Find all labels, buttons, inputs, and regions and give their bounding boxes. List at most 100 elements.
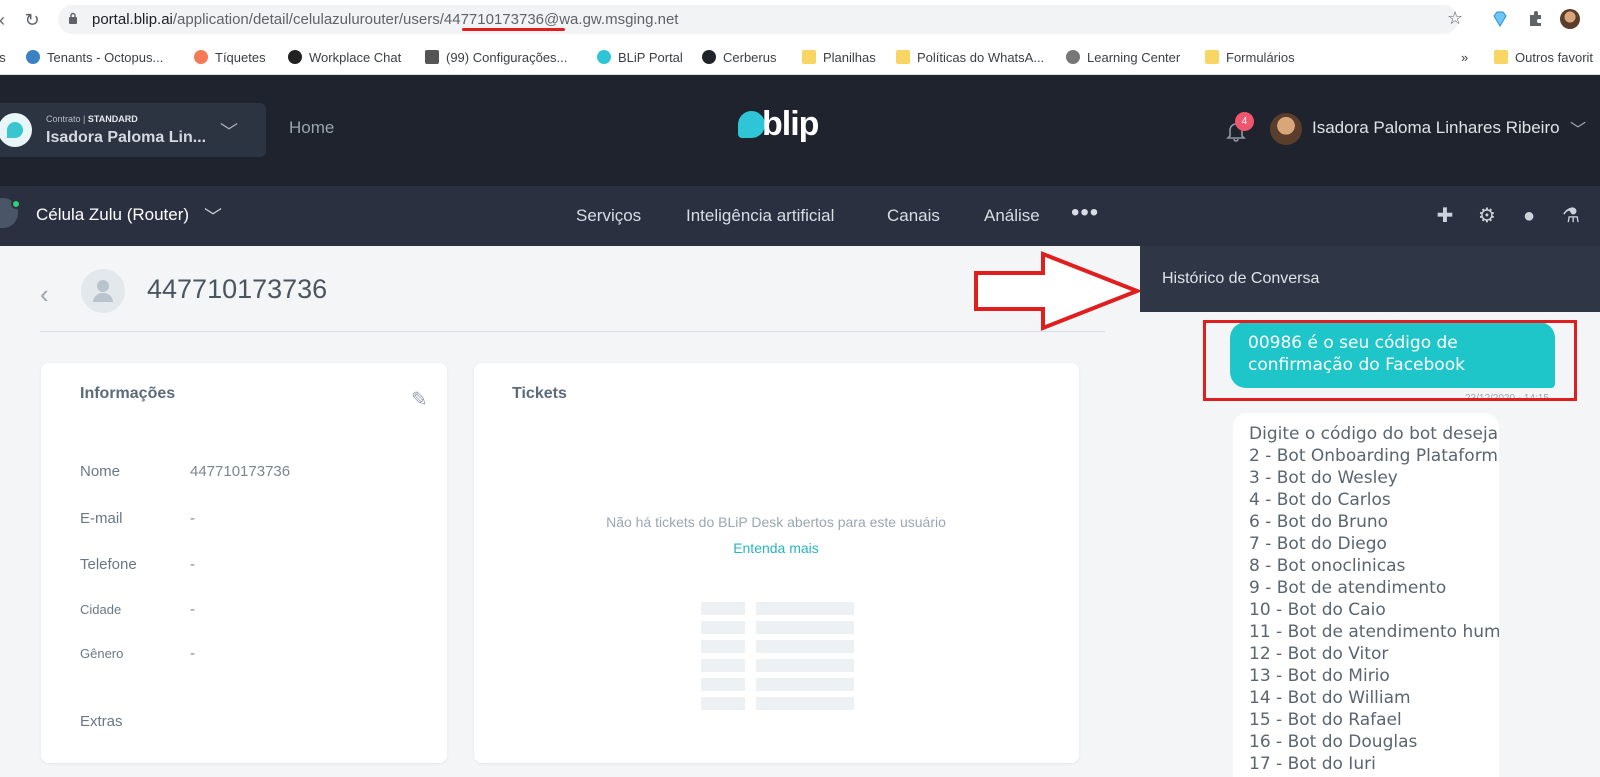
bookmark-tiquetes[interactable]: Tíquetes xyxy=(194,48,266,66)
url-user-id: 447710173736 xyxy=(443,11,544,28)
message-line: 3 - Bot do Wesley xyxy=(1249,468,1398,488)
message-line: Digite o código do bot desejado! xyxy=(1249,424,1499,444)
message-line: 15 - Bot do Rafael xyxy=(1249,710,1402,730)
message-line: 12 - Bot do Vitor xyxy=(1249,644,1389,664)
bookmarks-overflow[interactable]: » xyxy=(1461,48,1468,66)
home-link[interactable]: Home xyxy=(289,118,334,138)
lock-icon xyxy=(69,12,77,24)
bookmark-star-icon[interactable]: ☆ xyxy=(1447,8,1463,29)
bot-selector[interactable]: Célula Zulu (Router) xyxy=(36,205,189,225)
person-icon xyxy=(93,280,113,302)
logo-text: blip xyxy=(762,105,819,143)
url-path: /application/detail/celulazulurouter/use… xyxy=(172,11,444,28)
more-menu-icon[interactable]: ••• xyxy=(1071,199,1099,227)
field-value-telefone: - xyxy=(190,556,195,573)
bookmark-blip-portal[interactable]: BLiP Portal xyxy=(597,48,683,66)
message-line: 6 - Bot do Bruno xyxy=(1249,512,1389,532)
folder-icon xyxy=(1494,50,1508,64)
bookmark-cerberus[interactable]: Cerberus xyxy=(702,48,776,66)
bookmark-workplace[interactable]: Workplace Chat xyxy=(288,48,401,66)
folder-icon xyxy=(802,50,816,64)
learn-more-link[interactable]: Entenda mais xyxy=(474,540,1078,556)
url-rest: @wa.gw.msging.net xyxy=(544,11,679,28)
message-line: 2 - Bot Onboarding Plataforma xyxy=(1249,446,1499,466)
octopus-icon xyxy=(26,50,40,64)
message-line: 4 - Bot do Carlos xyxy=(1249,490,1391,510)
bookmark-configuracoes[interactable]: (99) Configurações... xyxy=(425,48,567,66)
profile-avatar-icon[interactable] xyxy=(1560,9,1580,29)
panel-title: Histórico de Conversa xyxy=(1162,270,1320,287)
folder-icon xyxy=(896,50,910,64)
user-menu-name[interactable]: Isadora Paloma Linhares Ribeiro xyxy=(1312,118,1560,138)
url-text: portal.blip.ai/application/detail/celula… xyxy=(92,11,678,28)
bookmark-learning-center[interactable]: Learning Center xyxy=(1066,48,1180,66)
message-line: 16 - Bot do Douglas xyxy=(1249,732,1418,752)
bookmark-item[interactable]: os xyxy=(0,48,6,66)
tickets-card-title: Tickets xyxy=(512,385,567,402)
user-id-title: 447710173736 xyxy=(147,274,328,304)
browser-address-bar: ‹ ↻ portal.blip.ai/application/detail/ce… xyxy=(0,0,1600,39)
chevron-down-icon: ﹀ xyxy=(220,122,238,142)
empty-table-illustration xyxy=(701,602,854,716)
pencil-icon[interactable]: ✎ xyxy=(411,387,428,412)
gear-icon[interactable]: ⚙ xyxy=(1474,203,1500,229)
divider xyxy=(40,331,1105,332)
back-chevron-icon[interactable]: ‹ xyxy=(40,279,49,310)
annotation-underline xyxy=(462,28,565,31)
workplace-icon xyxy=(288,50,302,64)
message-line: 8 - Bot onoclinicas xyxy=(1249,556,1406,576)
back-arrow-icon[interactable]: ‹ xyxy=(0,10,12,30)
url-domain: portal.blip.ai xyxy=(92,11,173,28)
annotation-arrow xyxy=(974,251,1140,331)
bookmark-politicas[interactable]: Políticas do WhatsA... xyxy=(896,48,1044,66)
puzzle-extension-icon[interactable] xyxy=(1526,9,1546,29)
team-icon[interactable]: ● xyxy=(1516,203,1542,229)
panel-header: Histórico de Conversa xyxy=(1140,246,1600,312)
bookmark-planilhas[interactable]: Planilhas xyxy=(802,48,876,66)
tickets-card: Tickets Não há tickets do BLiP Desk aber… xyxy=(474,363,1079,763)
field-value-cidade: - xyxy=(190,601,195,618)
nav-analise[interactable]: Análise xyxy=(984,206,1040,226)
bookmarks-bar: os Tenants - Octopus... Tíquetes Workpla… xyxy=(0,39,1600,75)
message-line: 10 - Bot do Caio xyxy=(1249,600,1386,620)
chevron-down-icon[interactable]: ﹀ xyxy=(204,203,222,229)
contract-avatar xyxy=(0,113,32,147)
field-label-nome: Nome xyxy=(80,463,121,480)
field-label-email: E-mail xyxy=(80,510,123,527)
nav-canais[interactable]: Canais xyxy=(887,206,940,226)
app-header: Contrato | STANDARD Isadora Paloma Lin..… xyxy=(0,75,1600,186)
chevron-down-icon[interactable]: ﹀ xyxy=(1570,116,1586,140)
info-card: Informações ✎ Nome 447710173736 E-mail -… xyxy=(41,363,447,763)
reload-icon[interactable]: ↻ xyxy=(22,10,42,30)
field-label-cidade: Cidade xyxy=(80,602,122,617)
extras-label[interactable]: Extras xyxy=(80,713,123,730)
puzzle-icon[interactable]: ✚ xyxy=(1432,203,1458,229)
diamond-extension-icon[interactable] xyxy=(1490,9,1510,29)
message-line: 9 - Bot de atendimento xyxy=(1249,578,1447,598)
info-card-title: Informações xyxy=(80,385,176,402)
bookmark-tenants[interactable]: Tenants - Octopus... xyxy=(26,48,163,66)
online-status-dot xyxy=(11,199,21,209)
contract-type: STANDARD xyxy=(87,114,138,124)
bookmark-formularios[interactable]: Formulários xyxy=(1205,48,1295,66)
nav-inteligencia-artificial[interactable]: Inteligência artificial xyxy=(686,206,834,226)
contract-label: Contrato | STANDARD xyxy=(46,114,138,124)
bookmark-other[interactable]: Outros favorit xyxy=(1494,48,1593,66)
field-value-nome: 447710173736 xyxy=(190,463,291,480)
globe-icon xyxy=(1066,50,1080,64)
flask-icon[interactable]: ⚗ xyxy=(1558,203,1584,229)
nav-servicos[interactable]: Serviços xyxy=(576,206,641,226)
user-avatar[interactable] xyxy=(1270,113,1302,145)
url-field[interactable]: portal.blip.ai/application/detail/celula… xyxy=(58,5,1458,34)
contract-name: Isadora Paloma Lin... xyxy=(46,129,207,146)
hubspot-icon xyxy=(194,50,208,64)
bot-navigation: Célula Zulu (Router) ﹀ Serviços Inteligê… xyxy=(0,186,1600,246)
blip-logo[interactable]: blip xyxy=(738,105,838,149)
react-icon xyxy=(702,50,716,64)
message-line: 13 - Bot do Mirio xyxy=(1249,666,1390,686)
page-icon xyxy=(425,50,439,64)
contract-selector[interactable]: Contrato | STANDARD Isadora Paloma Lin..… xyxy=(0,103,266,157)
message-line: 7 - Bot do Diego xyxy=(1249,534,1387,554)
message-line: 17 - Bot do Iuri xyxy=(1249,754,1376,774)
message-line: 11 - Bot de atendimento humano xyxy=(1249,622,1499,642)
